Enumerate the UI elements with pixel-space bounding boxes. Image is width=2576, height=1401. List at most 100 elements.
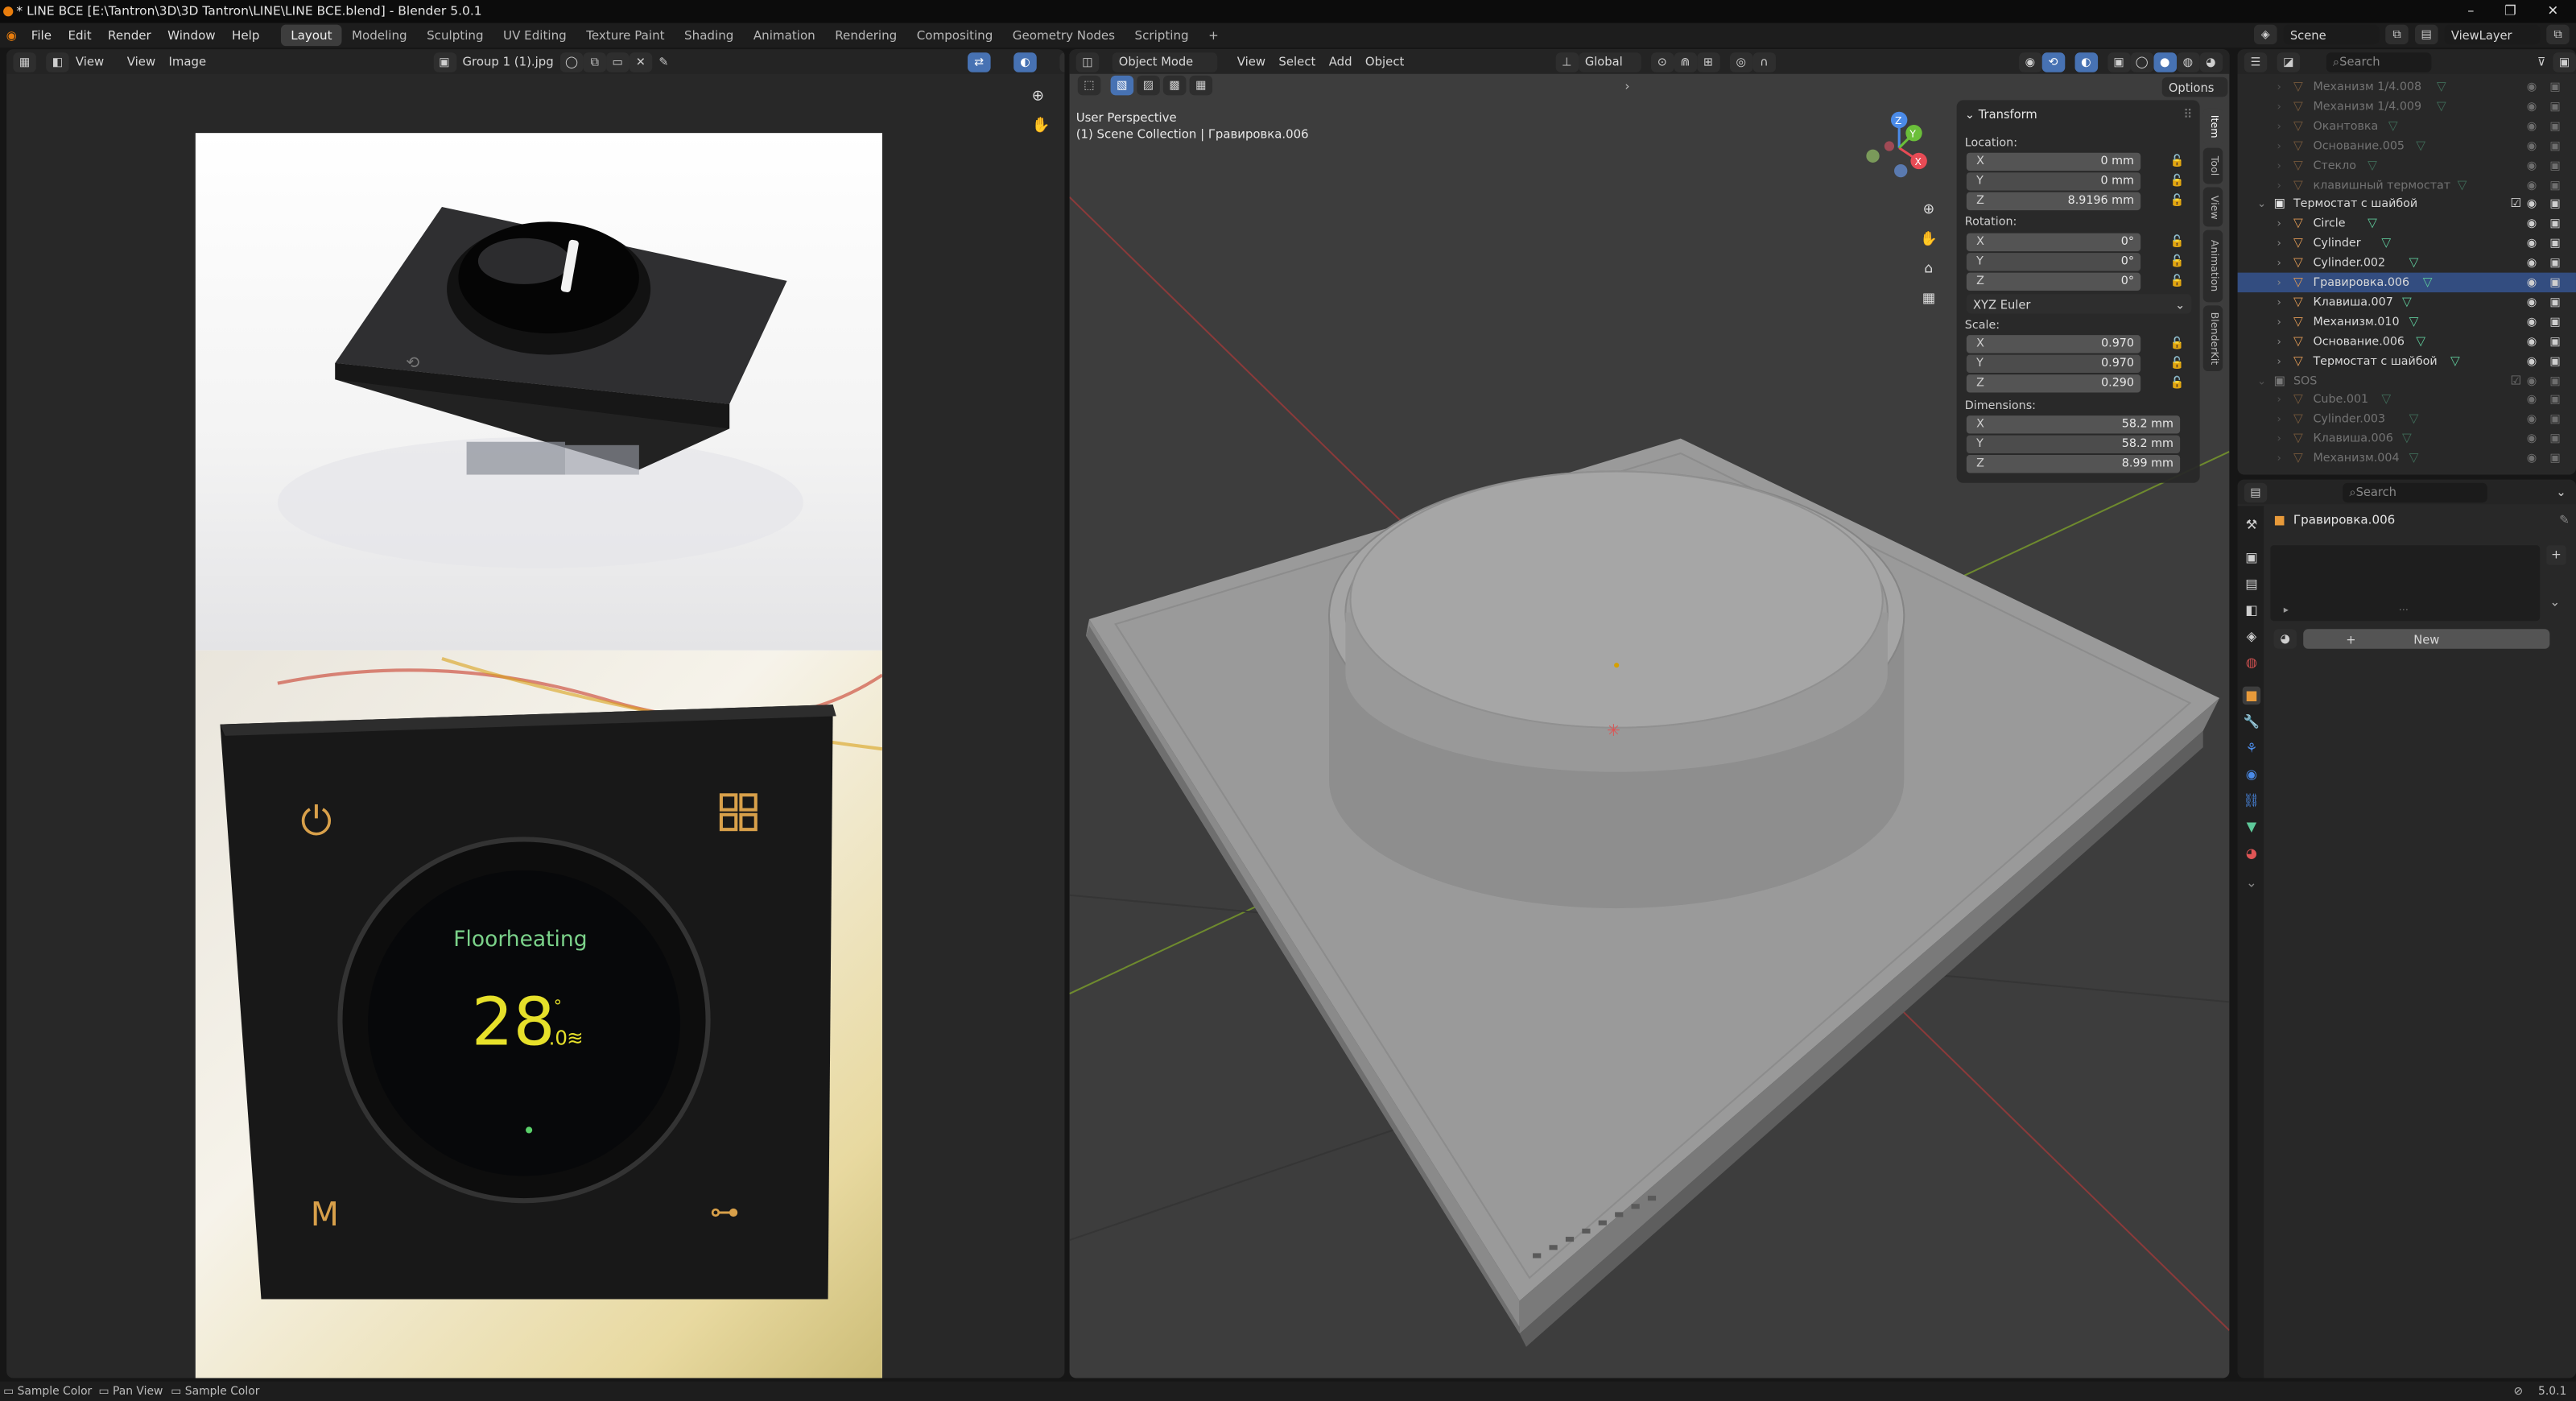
- tab-animation[interactable]: Animation: [744, 25, 825, 47]
- blender-menu-icon[interactable]: ◉: [0, 28, 23, 43]
- zoom-icon[interactable]: ⊕: [1032, 89, 1044, 105]
- tab-animation-sidebar[interactable]: Animation: [2202, 229, 2223, 303]
- tab-modeling[interactable]: Modeling: [342, 25, 417, 47]
- tab-rendering[interactable]: Rendering: [825, 25, 907, 47]
- ortho-toggle-icon[interactable]: ▦: [1918, 284, 1941, 314]
- render-camera-icon[interactable]: ▣: [2549, 273, 2561, 292]
- visibility-eye-icon[interactable]: ◉: [2527, 136, 2537, 155]
- render-camera-icon[interactable]: ▣: [2549, 77, 2561, 97]
- filter-icon[interactable]: ⊽: [2530, 52, 2553, 71]
- mesh-data-icon[interactable]: ▽: [2437, 97, 2446, 116]
- tab-blenderkit[interactable]: BlenderKit: [2202, 305, 2223, 372]
- orientation-dropdown[interactable]: Global: [1578, 52, 1641, 72]
- render-camera-icon[interactable]: ▣: [2549, 292, 2561, 312]
- pivot-icon[interactable]: ⊙: [1650, 52, 1674, 72]
- visibility-eye-icon[interactable]: ◉: [2527, 97, 2537, 116]
- visibility-eye-icon[interactable]: ◉: [2527, 292, 2537, 312]
- lock-icon[interactable]: 🔓: [2170, 376, 2185, 389]
- mesh-data-icon[interactable]: ▽: [2402, 429, 2412, 448]
- tab-uv-editing[interactable]: UV Editing: [493, 25, 576, 47]
- outliner-row[interactable]: ⌄ ▣ Термостат с шайбой ☑ ◉ ▣: [2238, 195, 2576, 214]
- expand-toggle-icon[interactable]: ›: [2277, 253, 2281, 272]
- snap-icon[interactable]: ⋒: [1674, 52, 1697, 72]
- visibility-eye-icon[interactable]: ◉: [2527, 116, 2537, 135]
- pan-hand-icon[interactable]: ✋: [1032, 118, 1051, 134]
- outliner-row[interactable]: › ▽ Cylinder.003 ▽ ◉ ▣: [2238, 410, 2576, 429]
- mesh-data-icon[interactable]: ▽: [2416, 136, 2425, 155]
- output-tab-icon[interactable]: ▤: [2243, 575, 2260, 593]
- expand-toggle-icon[interactable]: ›: [2277, 448, 2281, 468]
- menu-view[interactable]: View: [121, 54, 163, 68]
- zoom-viewport-icon[interactable]: ⊕: [1918, 196, 1941, 225]
- properties-search-input[interactable]: ⌕ Search: [2343, 481, 2487, 502]
- render-camera-icon[interactable]: ▣: [2549, 175, 2561, 194]
- visibility-eye-icon[interactable]: ◉: [2527, 234, 2537, 253]
- outliner-row[interactable]: › ▽ Термостат с шайбой ▽ ◉ ▣: [2238, 351, 2576, 370]
- wireframe-shading-icon[interactable]: ◯: [2130, 52, 2153, 72]
- expand-toggle-icon[interactable]: ›: [2277, 410, 2281, 429]
- visibility-eye-icon[interactable]: ◉: [2527, 410, 2537, 429]
- chevron-down-icon[interactable]: ⌄: [2556, 485, 2566, 499]
- mesh-data-icon[interactable]: ▽: [2450, 351, 2460, 370]
- tab-layout[interactable]: Layout: [280, 24, 342, 47]
- select-tool-icon[interactable]: ⬚: [1077, 75, 1101, 96]
- expand-toggle-icon[interactable]: ›: [2277, 77, 2281, 97]
- view-mode-icon[interactable]: ◧: [46, 52, 69, 72]
- add-slot-button[interactable]: +: [2546, 545, 2566, 565]
- editor-type-properties-icon[interactable]: ▤: [2244, 481, 2268, 502]
- expand-toggle-icon[interactable]: ›: [2277, 273, 2281, 292]
- pin-scene-icon[interactable]: ⧉: [2385, 24, 2409, 45]
- render-camera-icon[interactable]: ▣: [2549, 155, 2561, 175]
- pan-viewport-icon[interactable]: ✋: [1918, 225, 1941, 254]
- visibility-eye-icon[interactable]: ◉: [2527, 214, 2537, 234]
- lock-icon[interactable]: 🔓: [2170, 254, 2185, 267]
- menu-help[interactable]: Help: [224, 28, 268, 43]
- menu-file[interactable]: File: [23, 28, 60, 43]
- uv-sync-icon[interactable]: ⇄: [967, 52, 991, 72]
- rotation-y-field[interactable]: Y 0°: [1966, 253, 2141, 271]
- expand-toggle-icon[interactable]: ›: [2277, 351, 2281, 370]
- render-camera-icon[interactable]: ▣: [2549, 234, 2561, 253]
- dimension-z-field[interactable]: Z 8.99 mm: [1966, 455, 2181, 473]
- transform-panel-header[interactable]: ⌄ Transform: [1965, 107, 2037, 122]
- transform-orientation-icon[interactable]: ⊥: [1555, 52, 1579, 72]
- 3d-viewport[interactable]: ✳ ◫ Object Mode View Select Add Object ⊥…: [1069, 49, 2230, 1378]
- visibility-eye-icon[interactable]: ◉: [2527, 331, 2537, 350]
- material-browse-icon[interactable]: ◕: [2273, 629, 2297, 649]
- render-camera-icon[interactable]: ▣: [2549, 331, 2561, 350]
- expand-toggle-icon[interactable]: ›: [2277, 390, 2281, 409]
- tab-tool[interactable]: Tool: [2202, 147, 2223, 184]
- outliner-row[interactable]: › ▽ Механизм 1/4.008 ▽ ◉ ▣: [2238, 77, 2576, 97]
- outliner-row[interactable]: › ▽ Клавиша.007 ▽ ◉ ▣: [2238, 292, 2576, 312]
- location-x-field[interactable]: X 0 mm: [1966, 152, 2141, 172]
- scene-tab-icon[interactable]: ◈: [2243, 627, 2260, 645]
- options-dropdown[interactable]: Options: [2161, 76, 2228, 97]
- menu-view-mode[interactable]: View: [69, 54, 111, 68]
- fake-user-icon[interactable]: ◯: [559, 52, 584, 72]
- visibility-eye-icon[interactable]: ◉: [2527, 273, 2537, 292]
- expand-toggle-icon[interactable]: ›: [2277, 331, 2281, 350]
- mesh-data-icon[interactable]: ▽: [2381, 234, 2391, 253]
- expand-toggle-icon[interactable]: ›: [2277, 312, 2281, 331]
- visibility-eye-icon[interactable]: ◉: [2527, 312, 2537, 331]
- mesh-data-icon[interactable]: ▽: [2458, 175, 2467, 194]
- tab-geometry-nodes[interactable]: Geometry Nodes: [1003, 25, 1125, 47]
- object-tab-icon[interactable]: ■: [2242, 686, 2261, 705]
- open-image-icon[interactable]: ▭: [605, 52, 630, 72]
- render-camera-icon[interactable]: ▣: [2549, 253, 2561, 272]
- image-name-field[interactable]: Group 1 (1).jpg: [456, 54, 559, 68]
- lock-icon[interactable]: 🔓: [2170, 235, 2185, 248]
- menu-image[interactable]: Image: [162, 54, 213, 68]
- material-slot-list[interactable]: ▸ ⋯: [2270, 545, 2541, 622]
- tab-item[interactable]: Item: [2202, 108, 2223, 145]
- outliner-row[interactable]: › ▽ Основание.006 ▽ ◉ ▣: [2238, 331, 2576, 350]
- scale-z-field[interactable]: Z 0.290: [1966, 374, 2141, 393]
- view-layer-selector[interactable]: ViewLayer: [2444, 24, 2541, 45]
- exclude-checkbox[interactable]: ☑: [2510, 195, 2521, 214]
- drag-handle-icon[interactable]: ⠿: [2183, 107, 2192, 122]
- select-extend-icon[interactable]: ▨: [1137, 75, 1160, 96]
- unlink-image-icon[interactable]: ✕: [629, 52, 653, 72]
- select-subtract-icon[interactable]: ▩: [1162, 75, 1187, 96]
- editor-type-outliner-icon[interactable]: ☰: [2244, 52, 2268, 72]
- visibility-eye-icon[interactable]: ◉: [2527, 429, 2537, 448]
